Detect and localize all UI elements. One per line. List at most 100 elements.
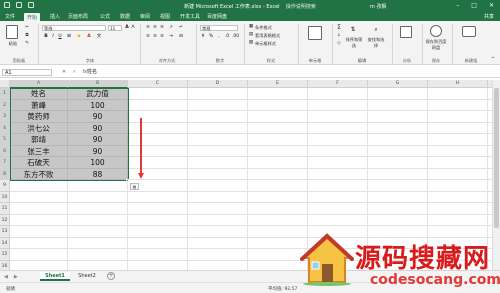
sheet-tab-sheet2[interactable]: Sheet2 bbox=[72, 272, 102, 281]
table-cell[interactable]: 东方不败 bbox=[10, 168, 68, 180]
percent-icon[interactable]: % bbox=[208, 34, 214, 39]
cell[interactable] bbox=[368, 88, 428, 100]
format-as-table-icon[interactable]: ▤ bbox=[248, 32, 254, 37]
table-cell[interactable]: 张三丰 bbox=[10, 145, 68, 157]
font-name-select[interactable]: 等线 bbox=[42, 25, 106, 31]
paste-icon[interactable] bbox=[6, 25, 18, 39]
cell[interactable] bbox=[308, 214, 368, 226]
align-middle-icon[interactable]: ≡ bbox=[152, 25, 158, 30]
row-header[interactable]: 8 bbox=[0, 168, 10, 180]
select-all-corner[interactable] bbox=[0, 80, 10, 88]
cell[interactable] bbox=[188, 134, 248, 146]
row-header[interactable]: 12 bbox=[0, 214, 10, 226]
cell[interactable] bbox=[368, 214, 428, 226]
cell[interactable] bbox=[248, 237, 308, 249]
cell[interactable] bbox=[68, 260, 128, 270]
cell[interactable] bbox=[128, 214, 188, 226]
cell[interactable] bbox=[248, 134, 308, 146]
row-header[interactable]: 3 bbox=[0, 111, 10, 123]
formula-input[interactable]: 姓名 bbox=[85, 69, 498, 76]
comma-icon[interactable]: , bbox=[216, 34, 222, 39]
add-sheet-icon[interactable]: + bbox=[107, 272, 115, 280]
user-name[interactable]: m 孜枫 bbox=[370, 3, 386, 10]
cell[interactable] bbox=[368, 203, 428, 215]
cell[interactable] bbox=[128, 122, 188, 134]
cell[interactable] bbox=[248, 203, 308, 215]
next-sheet-icon[interactable]: ▶ bbox=[14, 274, 18, 280]
cell[interactable] bbox=[68, 249, 128, 261]
cell[interactable] bbox=[428, 168, 488, 180]
tab-developer[interactable]: 开发工具 bbox=[180, 13, 200, 20]
cell[interactable] bbox=[68, 226, 128, 238]
table-cell[interactable]: 90 bbox=[68, 122, 128, 134]
column-header-f[interactable]: F bbox=[308, 80, 368, 88]
row-header[interactable]: 14 bbox=[0, 237, 10, 249]
row-header[interactable]: 16 bbox=[0, 260, 10, 270]
cell[interactable] bbox=[128, 88, 188, 100]
merge-center-icon[interactable]: ⊟ bbox=[178, 34, 184, 39]
collapse-ribbon-icon[interactable]: ^ bbox=[490, 57, 496, 62]
column-header-d[interactable]: D bbox=[188, 80, 248, 88]
maximize-icon[interactable]: □ bbox=[471, 2, 477, 9]
cell[interactable] bbox=[308, 191, 368, 203]
close-icon[interactable]: ✕ bbox=[489, 2, 494, 9]
cell[interactable] bbox=[188, 249, 248, 261]
cell[interactable] bbox=[248, 157, 308, 169]
cell[interactable] bbox=[368, 168, 428, 180]
table-cell[interactable]: 100 bbox=[68, 157, 128, 169]
cell[interactable] bbox=[368, 157, 428, 169]
sort-filter-button[interactable]: 排序和筛选 bbox=[344, 37, 364, 49]
cell[interactable] bbox=[248, 191, 308, 203]
cell[interactable] bbox=[10, 226, 68, 238]
cell[interactable] bbox=[188, 214, 248, 226]
row-header[interactable]: 5 bbox=[0, 134, 10, 146]
font-size-select[interactable]: 11 bbox=[108, 25, 122, 31]
align-bottom-icon[interactable]: ≡ bbox=[159, 25, 165, 30]
cell[interactable] bbox=[428, 203, 488, 215]
font-color-icon[interactable]: A bbox=[86, 34, 92, 39]
copy-icon[interactable]: ⧉ bbox=[24, 33, 30, 38]
cell[interactable] bbox=[10, 237, 68, 249]
cell[interactable] bbox=[368, 111, 428, 123]
cell[interactable] bbox=[428, 99, 488, 111]
cell[interactable] bbox=[308, 145, 368, 157]
analyze-data-icon[interactable] bbox=[400, 26, 412, 38]
cell-styles-icon[interactable]: ▧ bbox=[248, 40, 254, 45]
cell[interactable] bbox=[248, 214, 308, 226]
tab-home[interactable]: 开始 bbox=[24, 13, 41, 21]
cell[interactable] bbox=[368, 145, 428, 157]
cell[interactable] bbox=[428, 134, 488, 146]
cell[interactable] bbox=[128, 226, 188, 238]
cell[interactable] bbox=[128, 111, 188, 123]
cell[interactable] bbox=[128, 191, 188, 203]
cell[interactable] bbox=[308, 157, 368, 169]
table-cell[interactable]: 石破天 bbox=[10, 157, 68, 169]
cell[interactable] bbox=[248, 111, 308, 123]
cell[interactable] bbox=[248, 180, 308, 192]
cell[interactable] bbox=[308, 99, 368, 111]
cell[interactable] bbox=[308, 122, 368, 134]
decrease-decimal-icon[interactable]: .00 bbox=[232, 34, 239, 39]
cell[interactable] bbox=[428, 145, 488, 157]
table-cell[interactable]: 武力值 bbox=[68, 88, 128, 100]
format-painter-icon[interactable]: ✎ bbox=[24, 41, 30, 46]
column-header-c[interactable]: C bbox=[128, 80, 188, 88]
table-cell[interactable]: 姓名 bbox=[10, 88, 68, 100]
cell[interactable] bbox=[188, 180, 248, 192]
cell[interactable] bbox=[68, 214, 128, 226]
cell[interactable] bbox=[368, 122, 428, 134]
cell[interactable] bbox=[428, 88, 488, 100]
cell[interactable] bbox=[428, 157, 488, 169]
cell[interactable] bbox=[68, 191, 128, 203]
tab-baidu-netdisk[interactable]: 百度网盘 bbox=[207, 13, 227, 20]
cell[interactable] bbox=[188, 99, 248, 111]
cut-icon[interactable]: ✂ bbox=[24, 25, 30, 30]
cell[interactable] bbox=[128, 203, 188, 215]
bold-icon[interactable]: B bbox=[43, 34, 49, 39]
enter-icon[interactable]: ✓ bbox=[72, 69, 76, 75]
cell[interactable] bbox=[188, 203, 248, 215]
table-cell[interactable]: 90 bbox=[68, 111, 128, 123]
cell[interactable] bbox=[68, 180, 128, 192]
cell[interactable] bbox=[10, 260, 68, 270]
cell[interactable] bbox=[248, 249, 308, 261]
